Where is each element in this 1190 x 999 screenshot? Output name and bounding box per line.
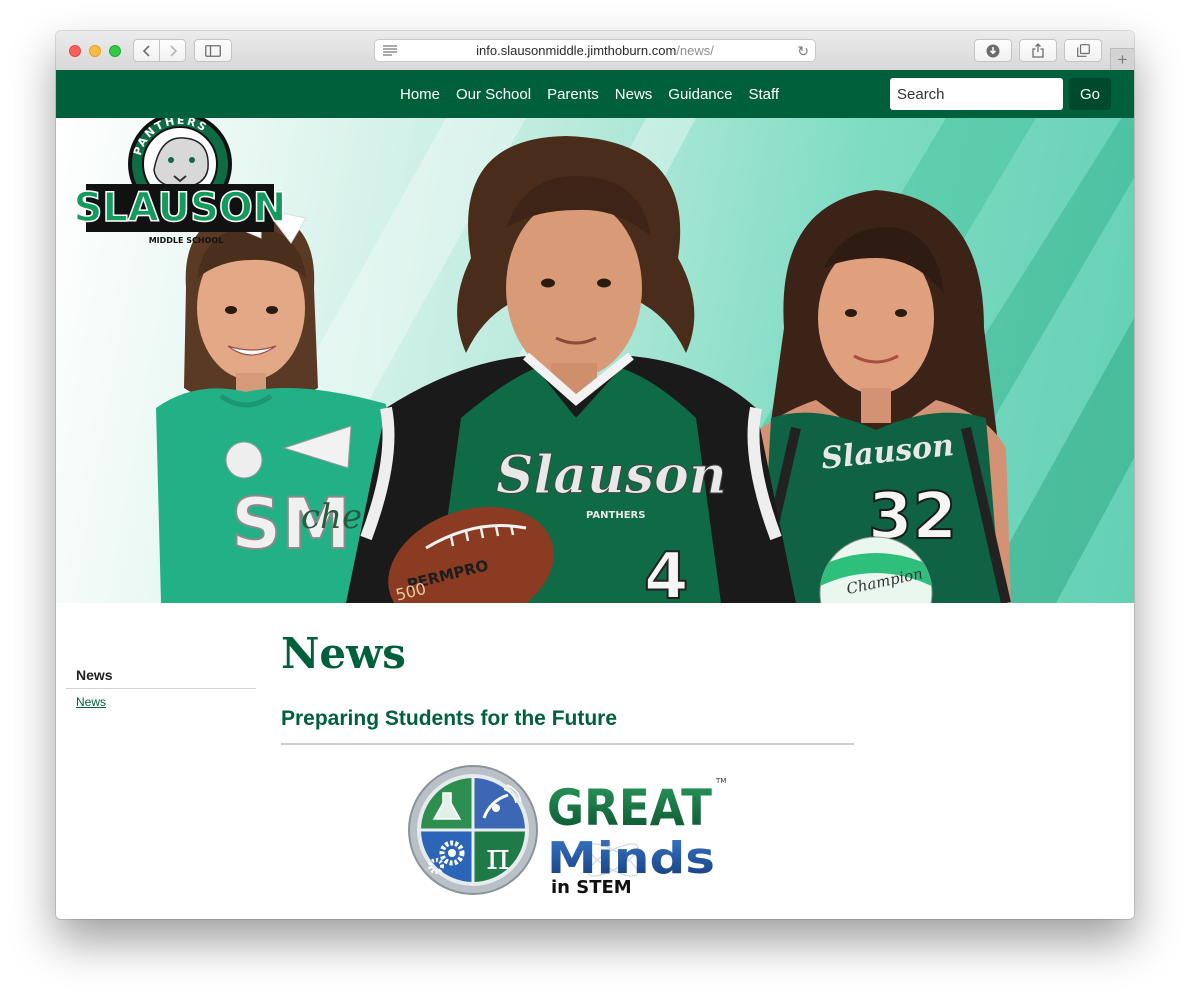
close-window-button[interactable] [69, 45, 81, 57]
plus-icon: + [1117, 49, 1128, 69]
jersey-center-number: 4 [644, 540, 689, 603]
address-bar[interactable]: info.slausonmiddle.jimthoburn.com/news/ … [374, 39, 816, 62]
logo-main-text: SLAUSON [74, 185, 287, 231]
history-navigation [133, 39, 186, 62]
jersey-center-script: Slauson [496, 445, 727, 506]
share-button[interactable] [1019, 39, 1057, 62]
page-content: News News News Preparing Students for th… [56, 603, 1134, 919]
downloads-button[interactable] [974, 39, 1012, 62]
heading-divider [281, 743, 854, 745]
download-icon [986, 44, 1000, 57]
nav-guidance[interactable]: Guidance [668, 86, 732, 103]
tabs-icon [1076, 44, 1090, 57]
logo-sub-text: MIDDLE SCHOOL [149, 236, 224, 245]
zoom-window-button[interactable] [109, 45, 121, 57]
sidebar-divider [66, 688, 256, 689]
url-host: info.slausonmiddle.jimthoburn.com [476, 43, 677, 58]
sidebar-icon [205, 44, 221, 57]
nav-staff[interactable]: Staff [749, 86, 780, 103]
hero-banner: SM cheer Slauson 32 Champion Slauson PAN… [56, 118, 1134, 603]
forward-icon[interactable] [159, 40, 185, 61]
page-title: News [281, 629, 406, 678]
minimize-window-button[interactable] [89, 45, 101, 57]
reader-icon[interactable] [383, 45, 397, 56]
jersey-center-sub: PANTHERS [586, 510, 645, 521]
nav-home[interactable]: Home [400, 86, 440, 103]
sidebar-toggle-button[interactable] [194, 39, 232, 62]
stem-tm-text: TM [715, 777, 726, 785]
tabs-overview-button[interactable] [1064, 39, 1102, 62]
nav-parents[interactable]: Parents [547, 86, 599, 103]
stem-great-text: GREAT [547, 779, 712, 837]
sidebar-title: News [76, 667, 113, 683]
article-heading: Preparing Students for the Future [281, 707, 618, 730]
share-icon [1032, 43, 1044, 58]
hero-illustration: SM cheer Slauson 32 Champion Slauson PAN… [73, 118, 1134, 603]
nav-news[interactable]: News [615, 86, 653, 103]
main-menu: Home Our School Parents News Guidance St… [392, 70, 787, 118]
back-icon[interactable] [134, 40, 159, 61]
nav-our-school[interactable]: Our School [456, 86, 531, 103]
sidebar-link-news[interactable]: News [76, 695, 106, 709]
site-navigation: Home Our School Parents News Guidance St… [56, 70, 1134, 118]
search-go-button[interactable]: Go [1069, 78, 1111, 110]
reload-icon[interactable]: ↻ [797, 43, 809, 60]
new-tab-button[interactable]: + [1110, 48, 1134, 70]
great-minds-stem-logo: π GREAT TM Minds in STEM [408, 765, 726, 898]
pi-icon: π [486, 837, 510, 878]
url-path: /news/ [676, 43, 714, 58]
search-input[interactable] [890, 78, 1063, 110]
school-logo: PANTHERS SLAUSON MIDDLE SCHOOL [73, 118, 287, 245]
stem-in-stem-text: in STEM [551, 877, 632, 898]
browser-toolbar: info.slausonmiddle.jimthoburn.com/news/ … [56, 31, 1134, 71]
browser-window: info.slausonmiddle.jimthoburn.com/news/ … [56, 31, 1134, 919]
